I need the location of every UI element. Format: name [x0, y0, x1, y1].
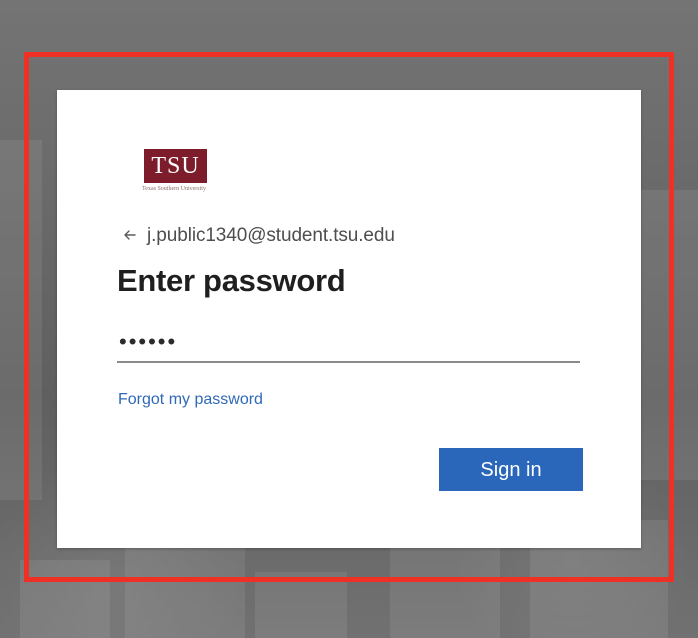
arrow-left-icon[interactable] [121, 226, 139, 244]
university-logo: TSU Texas Southern University [117, 149, 231, 195]
sign-in-button[interactable]: Sign in [439, 448, 583, 491]
tsu-logo-mark: TSU [144, 149, 207, 183]
account-email: j.public1340@student.tsu.edu [147, 224, 395, 246]
university-name: Texas Southern University [142, 186, 206, 192]
forgot-password-link[interactable]: Forgot my password [118, 392, 263, 408]
password-input[interactable] [117, 329, 580, 363]
page-title: Enter password [117, 263, 346, 298]
identity-row: j.public1340@student.tsu.edu [121, 221, 395, 249]
